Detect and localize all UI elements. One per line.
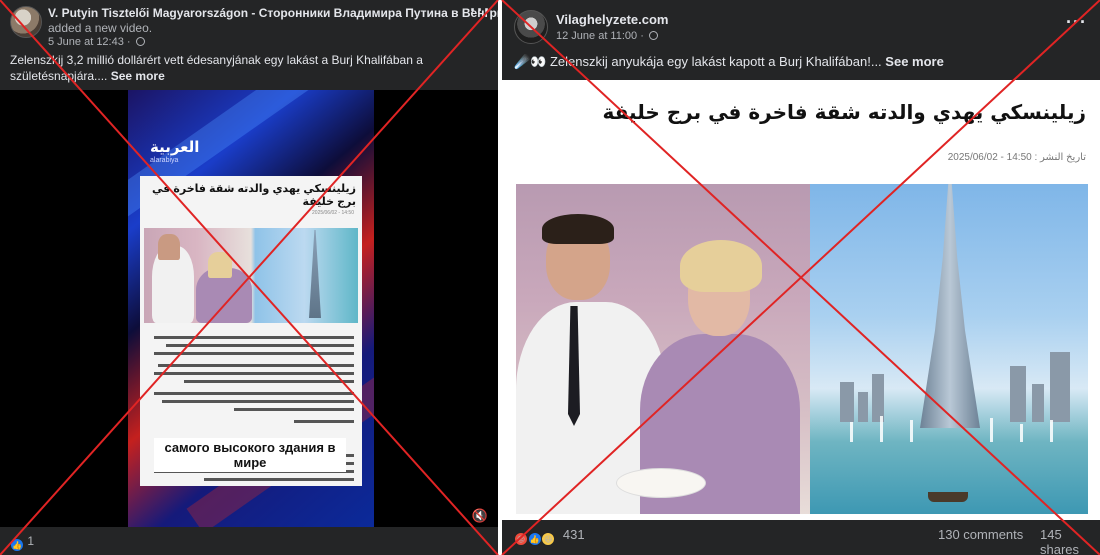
reaction-count[interactable]: 431 <box>563 527 585 542</box>
more-options-icon[interactable]: ··· <box>470 0 491 21</box>
woman-head <box>208 252 232 278</box>
building <box>1050 352 1070 422</box>
channel-logo-sub: alarabiya <box>150 157 179 164</box>
building <box>872 374 884 422</box>
mute-icon[interactable]: 🔇 <box>472 508 488 524</box>
boat <box>928 492 968 502</box>
author-name[interactable]: Vilaghelyzete.com <box>556 12 668 27</box>
post-caption: ☄️👀 Zelenszkij anyukája egy lakást kapot… <box>514 54 1090 70</box>
woman-hair <box>680 240 762 292</box>
building <box>1032 384 1044 422</box>
caption-text: Zelenszkij 3,2 millió dollárért vett éde… <box>10 53 423 83</box>
article-screenshot: زيلينسكي يهدي والدته شقة فاخرة في برج خل… <box>140 176 362 486</box>
text-line <box>234 408 354 411</box>
text-line <box>154 352 354 355</box>
man-head <box>158 234 180 260</box>
see-more-link[interactable]: See more <box>111 69 165 83</box>
timestamp-text[interactable]: 12 June at 11:00 · <box>556 30 644 42</box>
left-post: V. Putyin Tisztelői Magyarországon - Сто… <box>0 0 498 555</box>
video-frame: العربية alarabiya زيلينسكي يهدي والدته ش… <box>128 90 374 527</box>
see-more-link[interactable]: See more <box>885 54 944 69</box>
reaction-summary[interactable]: 😡 👍 😆 431 <box>514 527 585 546</box>
video-player[interactable]: العربية alarabiya زيلينسكي يهدي والدته ش… <box>0 90 498 527</box>
post-caption: Zelenszkij 3,2 millió dollárért vett éde… <box>10 52 494 84</box>
author-name[interactable]: V. Putyin Tisztelői Magyarországon - Сто… <box>48 6 498 20</box>
post-timestamp[interactable]: 5 June at 12:43 · <box>48 36 145 48</box>
building <box>840 382 854 422</box>
angry-icon: 😡 <box>514 532 528 546</box>
text-line <box>154 336 354 339</box>
fountain <box>880 416 883 442</box>
text-line <box>204 478 354 481</box>
article-card[interactable]: زيلينسكي يهدي والدته شقة فاخرة في برج خل… <box>502 80 1100 520</box>
man-hair <box>542 214 614 244</box>
fountain <box>850 422 853 442</box>
photo-burj-khalifa <box>810 184 1088 514</box>
fountain <box>1020 424 1023 442</box>
text-line <box>158 364 354 367</box>
text-line <box>154 372 354 375</box>
fountain <box>1050 420 1053 442</box>
shares-count[interactable]: 145 shares <box>1040 527 1100 555</box>
table-plate <box>616 468 706 498</box>
more-options-icon[interactable]: ··· <box>1066 12 1087 33</box>
timestamp-text[interactable]: 5 June at 12:43 · <box>48 36 131 48</box>
post-action: added a new video. <box>48 21 153 35</box>
fountain <box>910 420 913 442</box>
building <box>1010 366 1026 422</box>
reaction-count[interactable]: 1 <box>27 534 34 548</box>
caption-text: ☄️👀 Zelenszkij anyukája egy lakást kapot… <box>514 54 882 69</box>
article-date: 2025/06/02 - 14:50 <box>312 210 354 216</box>
author-avatar[interactable] <box>10 6 42 38</box>
fountain <box>990 418 993 442</box>
text-line <box>162 400 354 403</box>
text-line <box>294 420 354 423</box>
like-icon: 👍 <box>10 538 24 552</box>
video-subtitle: самого высокого здания в мире <box>154 438 346 472</box>
reaction-summary[interactable]: 👍 1 <box>10 534 34 552</box>
burj-khalifa-small <box>309 230 321 318</box>
text-line <box>166 344 354 347</box>
burj-khalifa-tower <box>920 184 980 428</box>
text-line <box>184 380 354 383</box>
article-headline: زيلينسكي يهدي والدته شقة فاخرة في برج خل… <box>602 100 1086 124</box>
comments-count[interactable]: 130 comments <box>938 527 1023 542</box>
right-post: Vilaghelyzete.com 12 June at 11:00 · ···… <box>502 0 1100 555</box>
article-photo <box>516 184 1088 514</box>
article-headline: زيلينسكي يهدي والدته شقة فاخرة في برج خل… <box>152 183 356 208</box>
author-avatar[interactable] <box>514 10 548 44</box>
like-icon: 👍 <box>527 532 542 546</box>
building <box>858 392 868 422</box>
haha-icon: 😆 <box>541 532 556 546</box>
article-date: تاريخ النشر : 14:50 - 2025/06/02 <box>947 152 1086 163</box>
globe-icon <box>135 37 145 46</box>
channel-logo: العربية <box>150 139 200 156</box>
photo-portrait <box>516 184 812 514</box>
article-photo <box>144 228 358 323</box>
globe-icon <box>648 31 658 40</box>
text-line <box>154 392 354 395</box>
post-timestamp[interactable]: 12 June at 11:00 · <box>556 30 658 42</box>
